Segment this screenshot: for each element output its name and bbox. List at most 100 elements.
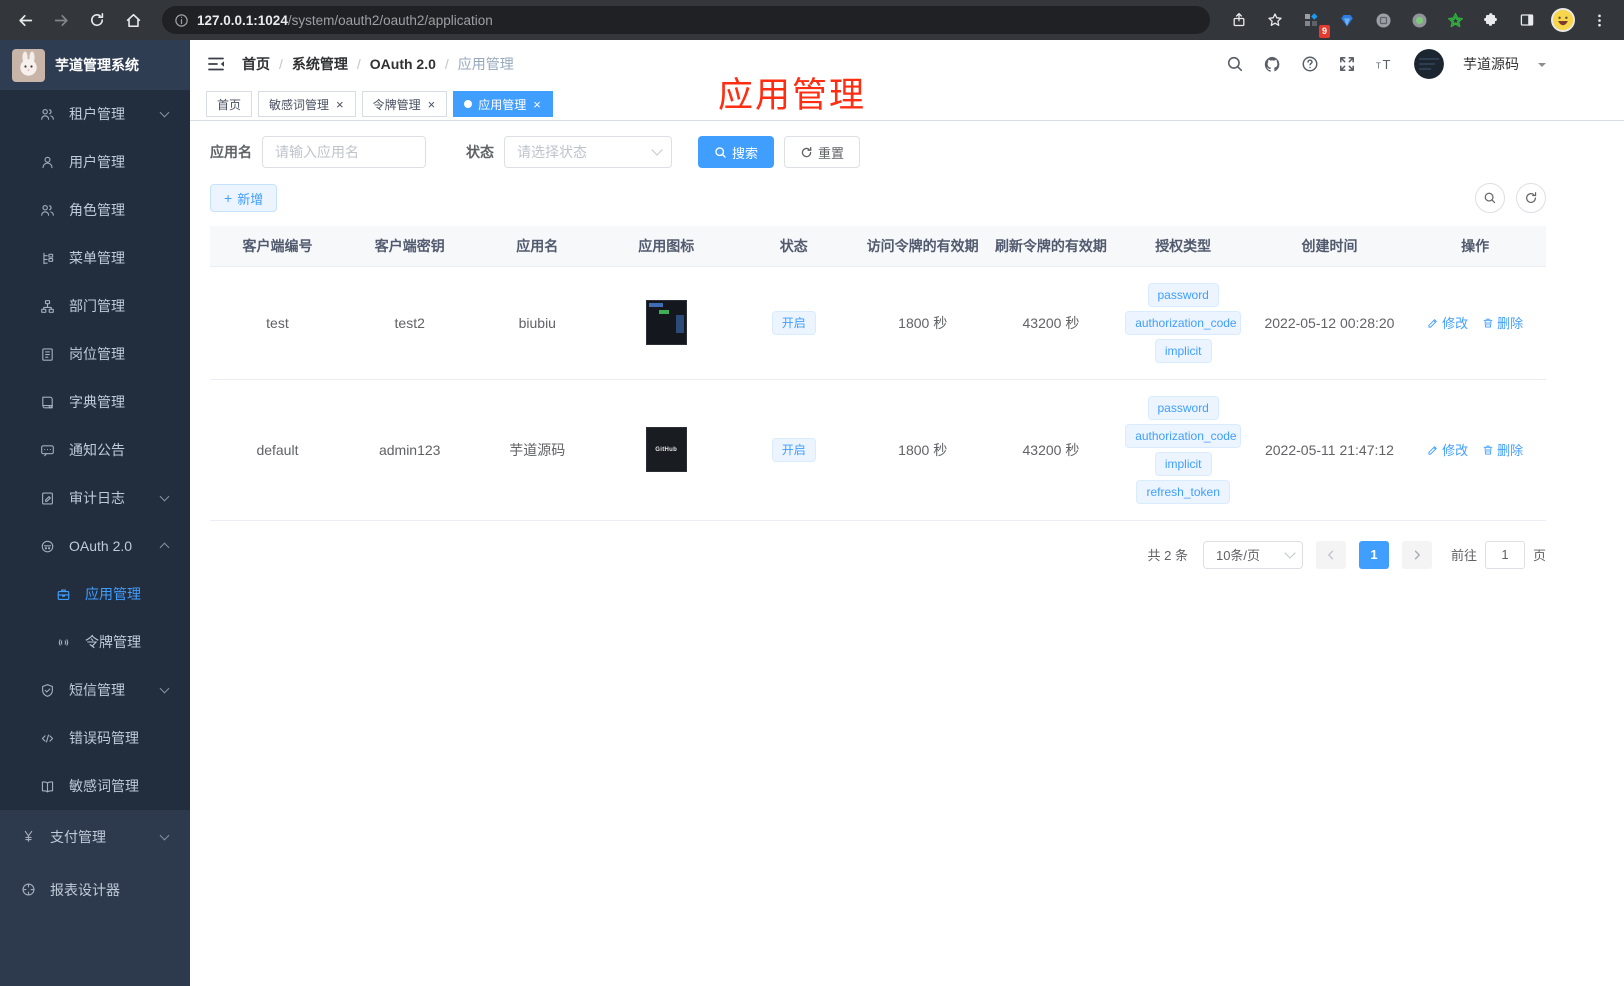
sidebar-item-sensitive-words-book[interactable]: 敏感词管理 [0,762,190,810]
cell-grant-types: password authorization_code implicit [1111,266,1255,380]
share-icon[interactable] [1224,5,1254,35]
github-icon[interactable] [1263,55,1282,74]
app-logo[interactable]: 芋道管理系统 [0,40,190,90]
sidebar-item-label: 报表设计器 [50,881,120,898]
close-tab-icon[interactable]: × [427,98,437,111]
cell-access-token-validity: 1800 秒 [855,379,991,521]
close-tab-icon[interactable]: × [532,98,542,111]
column-header: 刷新令牌的有效期 [990,226,1112,267]
sidebar-menu: 租户管理用户管理角色管理 菜单管理 部门管理 岗位管理 字典管理 通知公告 审计日志 OAut… [0,90,190,916]
tab-home[interactable]: 首页 [206,91,253,117]
filter-form: 应用名 状态 请选择状态 搜索 重置 [210,136,1546,168]
breadcrumb-item[interactable]: 首页 [242,54,270,74]
menu-tree-icon [40,251,55,266]
browser-menu-icon[interactable] [1584,5,1614,35]
sidebar-item-id-badge[interactable]: 岗位管理 [0,330,190,378]
side-panel-icon[interactable] [1512,5,1542,35]
reload-icon[interactable] [82,5,112,35]
reset-button[interactable]: 重置 [784,136,861,168]
sidebar-item-users[interactable]: 租户管理 [0,90,190,138]
chevron-down-icon [159,683,170,694]
sidebar-item-token-signal[interactable]: 令牌管理 [0,618,190,666]
app-name-input[interactable] [262,136,426,168]
username[interactable]: 芋道源码 [1463,54,1519,74]
sidebar-item-menu-tree[interactable]: 菜单管理 [0,234,190,282]
sidebar-item-report-designer[interactable]: 报表设计器 [0,863,190,916]
sidebar-item-users[interactable]: 角色管理 [0,186,190,234]
report-designer-icon [21,882,36,897]
tab-label: 首页 [217,97,242,112]
prev-page-button[interactable] [1315,540,1346,569]
cell-refresh-token-validity: 43200 秒 [990,379,1112,521]
cell-access-token-validity: 1800 秒 [855,266,991,380]
page-size-select[interactable]: 10条/页 [1202,540,1303,569]
edit-button[interactable]: 修改 [1427,313,1468,332]
sidebar-item-oauth-robot[interactable]: OAuth 2.0 [0,522,190,570]
home-icon[interactable] [118,5,148,35]
dark-circle-extension-icon[interactable] [1368,5,1398,35]
status-label: 状态 [466,144,494,160]
sidebar-item-label: 租户管理 [69,106,125,122]
sidebar-item-label: 错误码管理 [69,730,139,746]
token-signal-icon [56,635,71,650]
extensions-puzzle-icon[interactable] [1476,5,1506,35]
oauth-robot-icon [40,539,55,554]
cell-created-at: 2022-05-11 21:47:12 [1254,379,1405,521]
sidebar-item-label: 用户管理 [69,154,125,170]
refresh-circle-icon [1526,192,1537,204]
delete-button[interactable]: 删除 [1482,440,1523,459]
sidebar-item-error-code[interactable]: 错误码管理 [0,714,190,762]
refresh-table-button[interactable] [1516,183,1546,213]
sidebar-item-announcement[interactable]: 通知公告 [0,426,190,474]
font-size-icon[interactable]: TT [1375,55,1395,73]
cell-client-secret: test2 [344,266,475,380]
delete-button[interactable]: 删除 [1482,313,1523,332]
github-logo-image: GitHub [645,427,687,472]
url-bar[interactable]: 127.0.0.1:1024/system/oauth2/oauth2/appl… [162,6,1210,34]
sidebar-item-dictionary-book[interactable]: 字典管理 [0,378,190,426]
sidebar-item-user[interactable]: 用户管理 [0,138,190,186]
sidebar-item-pay-yen[interactable]: 支付管理 [0,810,190,863]
green-star-extension-icon[interactable] [1440,5,1470,35]
back-icon[interactable] [10,5,40,35]
tab-view[interactable]: 令牌管理 × [361,91,448,117]
grant-type-tag: authorization_code [1125,423,1242,448]
user-menu-caret-icon[interactable] [1538,63,1546,71]
fullscreen-icon[interactable] [1338,55,1356,73]
refresh-icon [801,146,812,157]
status-badge: 开启 [771,310,816,335]
status-select[interactable]: 请选择状态 [504,136,672,168]
breadcrumb-item[interactable]: 系统管理 [292,54,348,74]
sidebar-item-audit-log[interactable]: 审计日志 [0,474,190,522]
tab-view[interactable]: 应用管理 × [453,91,553,117]
breadcrumb-separator: / [356,56,361,72]
search-button[interactable]: 搜索 [698,136,775,168]
edit-button[interactable]: 修改 [1427,440,1468,459]
next-page-button[interactable] [1401,540,1432,569]
search-icon[interactable] [1226,55,1244,73]
breadcrumb-item[interactable]: OAuth 2.0 [370,56,436,72]
user-icon [40,155,55,170]
forward-icon[interactable] [46,5,76,35]
sidebar-item-app-briefcase[interactable]: 应用管理 [0,570,190,618]
profile-avatar[interactable] [1548,5,1578,35]
active-tab-dot [464,100,473,108]
sidebar-item-label: OAuth 2.0 [69,538,133,554]
sidebar-item-org-chart[interactable]: 部门管理 [0,282,190,330]
bookmark-star-icon[interactable] [1260,5,1290,35]
tab-view[interactable]: 敏感词管理 × [258,91,356,117]
goto-page-input[interactable] [1484,540,1525,569]
current-page-button[interactable]: 1 [1358,540,1389,569]
toggle-search-button[interactable] [1475,183,1505,213]
page-info-icon[interactable] [174,13,189,28]
green-dot-extension-icon[interactable] [1404,5,1434,35]
close-tab-icon[interactable]: × [335,98,345,111]
tab-grid-extension-icon[interactable]: 9 [1296,5,1330,38]
edit-button-label: 修改 [1442,316,1469,331]
add-button[interactable]: + 新增 [210,184,278,212]
help-icon[interactable] [1301,55,1319,73]
collapse-sidebar-icon[interactable] [206,54,226,74]
sidebar-item-sms-shield[interactable]: 短信管理 [0,666,190,714]
gem-extension-icon[interactable] [1332,5,1362,35]
user-avatar[interactable] [1414,49,1444,79]
